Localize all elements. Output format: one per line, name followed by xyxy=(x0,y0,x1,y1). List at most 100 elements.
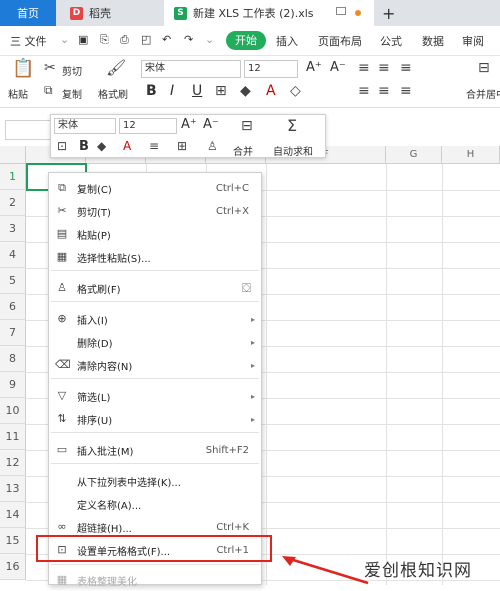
more-icon[interactable]: ⌄ xyxy=(205,33,214,46)
mini-shrink-font-button[interactable]: A⁻ xyxy=(203,117,219,132)
chevron-down-icon[interactable]: ⌄ xyxy=(60,33,69,46)
row-header[interactable]: 11 xyxy=(0,424,26,450)
paste-button[interactable]: 粘贴 xyxy=(8,86,28,101)
row-header[interactable]: 7 xyxy=(0,320,26,346)
menu-table-beautify[interactable]: ▦ 表格整理美化 xyxy=(49,569,261,591)
row-header[interactable]: 8 xyxy=(0,346,26,372)
menu-filter[interactable]: ▽ 筛选(L) ▸ xyxy=(49,385,261,407)
column-header[interactable]: H xyxy=(442,146,500,164)
submenu-arrow-icon: ▸ xyxy=(250,360,255,370)
window-icon[interactable] xyxy=(336,7,346,15)
context-menu: ⧉ 复制(C) Ctrl+C ✂ 剪切(T) Ctrl+X ▤ 粘贴(P) ▦ … xyxy=(48,172,262,588)
clear-format-icon[interactable]: ◇ xyxy=(290,83,301,99)
mini-format-icon[interactable]: ⊡ xyxy=(57,139,67,153)
row-header[interactable]: 9 xyxy=(0,372,26,398)
painter-lock-icon[interactable]: ⛋ xyxy=(242,281,251,296)
file-menu[interactable]: 三 文件 xyxy=(10,33,47,49)
row-header[interactable]: 16 xyxy=(0,554,26,580)
copy-icon[interactable]: ⧉ xyxy=(44,83,53,98)
sigma-icon[interactable]: Σ xyxy=(287,116,297,135)
menu-clear[interactable]: ⌫ 清除内容(N) ▸ xyxy=(49,354,261,376)
tab-file[interactable]: S 新建 XLS 工作表 (2).xls xyxy=(164,0,374,26)
mini-grow-font-button[interactable]: A⁺ xyxy=(181,117,197,132)
row-header[interactable]: 2 xyxy=(0,190,26,216)
menu-pick-from-list[interactable]: 从下拉列表中选择(K)... xyxy=(49,470,261,492)
ribbon-toolbar: 📋 粘贴 ✂ 剪切 ⧉ 复制 🖌 格式刷 宋体 12 A⁺ A⁻ B I U ⊞… xyxy=(0,56,500,108)
format-painter-button[interactable]: 格式刷 xyxy=(98,86,128,101)
row-header[interactable]: 14 xyxy=(0,502,26,528)
tab-page-layout[interactable]: 页面布局 xyxy=(318,33,362,49)
paste-icon[interactable]: 📋 xyxy=(12,58,34,79)
menu-paste[interactable]: ▤ 粘贴(P) xyxy=(49,223,261,245)
row-header[interactable]: 6 xyxy=(0,294,26,320)
underline-button[interactable]: U xyxy=(192,83,202,99)
border-icon[interactable]: ⊞ xyxy=(215,83,227,99)
cut-button[interactable]: 剪切 xyxy=(62,63,82,78)
grow-font-button[interactable]: A⁺ xyxy=(306,60,322,75)
menu-paste-special[interactable]: ▦ 选择性粘贴(S)... xyxy=(49,246,261,268)
watermark: 爱创根知识网 xyxy=(364,561,472,581)
mini-fill-color-icon[interactable]: ◆ xyxy=(97,139,106,153)
print-icon[interactable]: ⎙ xyxy=(120,33,129,47)
tab-daoke[interactable]: D 稻壳 xyxy=(58,0,162,26)
export-icon[interactable]: ⎘ xyxy=(100,33,109,47)
menu-insert[interactable]: ⊕ 插入(I) ▸ xyxy=(49,308,261,330)
mini-font-name-select[interactable]: 宋体 xyxy=(54,118,116,134)
tab-formula[interactable]: 公式 xyxy=(380,33,402,49)
row-header[interactable]: 13 xyxy=(0,476,26,502)
align-middle-icon[interactable]: ≡ xyxy=(378,60,390,76)
align-left-icon[interactable]: ≡ xyxy=(358,83,370,99)
menu-format-painter[interactable]: ♙ 格式刷(F) ⛋ xyxy=(49,277,261,299)
menu-cut[interactable]: ✂ 剪切(T) Ctrl+X xyxy=(49,200,261,222)
menu-define-name[interactable]: 定义名称(A)... xyxy=(49,493,261,515)
align-top-icon[interactable]: ≡ xyxy=(358,60,370,76)
menu-sort[interactable]: ⇅ 排序(U) ▸ xyxy=(49,408,261,430)
row-header[interactable]: 12 xyxy=(0,450,26,476)
merge-icon[interactable]: ⊟ xyxy=(478,60,490,76)
merge-center-button[interactable]: 合并居中 xyxy=(466,86,500,101)
mini-painter-icon[interactable]: ♙ xyxy=(207,139,218,153)
mini-align-icon[interactable]: ≡ xyxy=(149,139,159,153)
mini-font-size-select[interactable]: 12 xyxy=(119,118,177,134)
bold-button[interactable]: B xyxy=(146,83,157,99)
fill-color-icon[interactable]: ◆ xyxy=(240,83,251,99)
row-header[interactable]: 4 xyxy=(0,242,26,268)
font-size-select[interactable]: 12 xyxy=(244,60,298,78)
mini-bold-button[interactable]: B xyxy=(79,139,89,154)
new-tab-button[interactable]: + xyxy=(382,0,395,26)
font-name-select[interactable]: 宋体 xyxy=(141,60,241,78)
row-header[interactable]: 15 xyxy=(0,528,26,554)
font-color-icon[interactable]: A xyxy=(266,83,276,99)
mini-merge-icon[interactable]: ⊟ xyxy=(241,118,253,134)
row-header[interactable]: 3 xyxy=(0,216,26,242)
row-header[interactable]: 5 xyxy=(0,268,26,294)
mini-autosum-button[interactable]: 自动求和 xyxy=(273,143,313,158)
copy-button[interactable]: 复制 xyxy=(62,86,82,101)
mini-border-icon[interactable]: ⊞ xyxy=(177,139,187,153)
row-header[interactable]: 1 xyxy=(0,164,26,190)
preview-icon[interactable]: ◰ xyxy=(141,33,151,46)
tab-insert[interactable]: 插入 xyxy=(276,33,298,49)
scissors-icon[interactable]: ✂ xyxy=(44,60,56,76)
save-icon[interactable]: ▣ xyxy=(78,33,88,46)
tab-start[interactable]: 开始 xyxy=(226,31,266,50)
menu-insert-comment[interactable]: ▭ 插入批注(M) Shift+F2 xyxy=(49,439,261,461)
tab-data[interactable]: 数据 xyxy=(422,33,444,49)
align-bottom-icon[interactable]: ≡ xyxy=(400,60,412,76)
shrink-font-button[interactable]: A⁻ xyxy=(330,60,346,75)
mini-font-color-icon[interactable]: A xyxy=(123,139,131,153)
menu-copy[interactable]: ⧉ 复制(C) Ctrl+C xyxy=(49,177,261,199)
align-right-icon[interactable]: ≡ xyxy=(400,83,412,99)
tab-home[interactable]: 首页 xyxy=(0,0,56,26)
align-center-icon[interactable]: ≡ xyxy=(378,83,390,99)
row-header[interactable]: 10 xyxy=(0,398,26,424)
menu-delete[interactable]: 删除(D) ▸ xyxy=(49,331,261,353)
italic-button[interactable]: I xyxy=(170,83,174,99)
undo-icon[interactable]: ↶ xyxy=(162,33,171,46)
tab-review[interactable]: 审阅 xyxy=(462,33,484,49)
mini-merge-button[interactable]: 合并 xyxy=(233,143,253,158)
corner-header[interactable] xyxy=(0,146,26,164)
redo-icon[interactable]: ↷ xyxy=(184,33,193,46)
column-header[interactable]: G xyxy=(386,146,442,164)
brush-icon[interactable]: 🖌 xyxy=(106,58,126,77)
